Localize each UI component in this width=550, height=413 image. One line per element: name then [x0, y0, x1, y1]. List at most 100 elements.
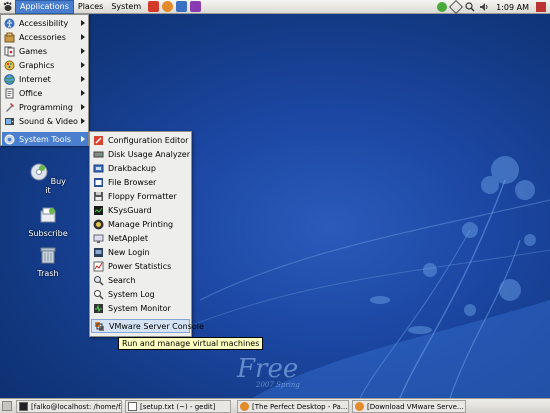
- submenu-item-floppy-formatter[interactable]: Floppy Formatter: [91, 189, 190, 203]
- submenu-item-netapplet[interactable]: NetApplet: [91, 231, 190, 245]
- text-editor-icon: [128, 402, 137, 411]
- logout-icon[interactable]: [536, 2, 546, 12]
- drakbackup-icon: [93, 164, 104, 172]
- mail-launcher-icon[interactable]: [176, 1, 188, 12]
- taskbar-item-label: [setup.txt (~) - gedit]: [140, 402, 216, 411]
- places-menu[interactable]: Places: [74, 0, 107, 14]
- accessibility-icon: [4, 18, 15, 28]
- system-menu[interactable]: System: [107, 0, 145, 14]
- search-icon: [94, 275, 104, 286]
- show-desktop-button[interactable]: [2, 401, 12, 411]
- system-log-icon: [94, 289, 104, 300]
- menu-item-games[interactable]: Games: [2, 44, 88, 58]
- cd-icon: [30, 163, 48, 181]
- desktop-icon-trash[interactable]: Trash: [28, 246, 68, 278]
- menu-item-label: System Tools: [19, 134, 72, 144]
- submenu-arrow-icon: [81, 118, 85, 124]
- taskbar-item-gedit[interactable]: [setup.txt (~) - gedit]: [125, 400, 231, 413]
- menu-item-graphics[interactable]: Graphics: [2, 58, 88, 72]
- system-tray: 1:09 AM: [437, 0, 546, 15]
- submenu-item-label: Search: [108, 275, 136, 285]
- menu-item-office[interactable]: Office: [2, 86, 88, 100]
- terminal-icon: [19, 402, 28, 411]
- submenu-item-new-login[interactable]: New Login: [91, 245, 190, 259]
- programming-icon: [6, 102, 14, 112]
- ksysguard-icon: [94, 205, 103, 215]
- taskbar-item-browser-2[interactable]: [Download VMware Serve...: [352, 400, 466, 413]
- menu-item-label: Internet: [19, 74, 51, 84]
- system-tools-icon: [4, 134, 15, 144]
- wallpaper-edition: 2007 Spring: [256, 381, 300, 389]
- submenu-item-disk-usage-analyzer[interactable]: Disk Usage Analyzer: [91, 147, 190, 161]
- submenu-item-power-statistics[interactable]: Power Statistics: [91, 259, 190, 273]
- configuration-editor-icon: [94, 135, 103, 145]
- update-status-icon[interactable]: [437, 2, 448, 12]
- network-icon[interactable]: [449, 0, 464, 15]
- menu-item-accessibility[interactable]: Accessibility: [2, 16, 88, 30]
- media-launcher-icon[interactable]: [190, 1, 202, 12]
- submenu-item-system-monitor[interactable]: System Monitor: [91, 301, 190, 315]
- firefox-icon: [240, 402, 249, 411]
- submenu-item-label: Disk Usage Analyzer: [108, 149, 191, 159]
- submenu-item-label: Manage Printing: [108, 219, 174, 229]
- submenu-item-label: Floppy Formatter: [108, 191, 177, 201]
- printer-icon: [93, 219, 104, 229]
- volume-icon[interactable]: [479, 2, 489, 12]
- submenu-arrow-icon: [81, 34, 85, 40]
- submenu-item-system-log[interactable]: System Log: [91, 287, 190, 301]
- firefox-launcher-icon[interactable]: [162, 1, 174, 12]
- menu-item-label: Sound & Video: [19, 116, 78, 126]
- submenu-item-configuration-editor[interactable]: Configuration Editor: [91, 133, 190, 147]
- menu-item-accessories[interactable]: Accessories: [2, 30, 88, 44]
- submenu-item-search[interactable]: Search: [91, 273, 190, 287]
- internet-icon: [4, 73, 15, 85]
- taskbar-item-label: [The Perfect Desktop - Pa...: [252, 402, 348, 411]
- search-icon[interactable]: [465, 2, 475, 12]
- submenu-item-drakbackup[interactable]: Drakbackup: [91, 161, 190, 175]
- taskbar-item-browser-1[interactable]: [The Perfect Desktop - Pa...: [237, 400, 349, 413]
- menu-item-sound-video[interactable]: Sound & Video: [2, 114, 88, 128]
- netapplet-icon: [93, 234, 104, 243]
- system-monitor-icon: [94, 303, 103, 313]
- subscribe-icon: [40, 207, 56, 223]
- menu-item-label: Programming: [19, 102, 73, 112]
- submenu-item-label: VMware Server Console: [109, 321, 204, 331]
- clock[interactable]: 1:09 AM: [496, 3, 529, 12]
- taskbar-item-label: [Download VMware Serve...: [367, 402, 464, 411]
- tooltip: Run and manage virtual machines: [118, 337, 264, 350]
- graphics-icon: [4, 60, 15, 70]
- top-panel: Applications Places System 1:09 AM: [0, 0, 550, 15]
- file-browser-icon: [94, 177, 103, 187]
- desktop-icon-label: Trash: [37, 269, 59, 278]
- menu-item-system-tools[interactable]: System Tools: [2, 132, 88, 146]
- submenu-arrow-icon: [81, 76, 85, 82]
- submenu-arrow-icon: [81, 136, 85, 142]
- submenu-item-file-browser[interactable]: File Browser: [91, 175, 190, 189]
- menu-item-label: Games: [19, 46, 47, 56]
- submenu-item-vmware-server-console[interactable]: VMware Server Console: [91, 319, 204, 333]
- desktop-icon-label: Buy it: [45, 177, 66, 195]
- taskbar-item-label: [falko@localhost: /home/f...: [31, 402, 122, 411]
- submenu-item-ksysguard[interactable]: KSysGuard: [91, 203, 190, 217]
- submenu-arrow-icon: [81, 90, 85, 96]
- gnome-foot-icon: [3, 1, 12, 11]
- system-tools-submenu: Configuration Editor Disk Usage Analyzer…: [89, 131, 204, 337]
- disk-usage-icon: [93, 151, 104, 157]
- submenu-arrow-icon: [81, 20, 85, 26]
- menu-item-internet[interactable]: Internet: [2, 72, 88, 86]
- submenu-arrow-icon: [81, 48, 85, 54]
- submenu-item-manage-printing[interactable]: Manage Printing: [91, 217, 190, 231]
- submenu-item-label: System Monitor: [108, 303, 171, 313]
- desktop-icon-label: Subscribe: [28, 229, 68, 238]
- taskbar-item-terminal[interactable]: [falko@localhost: /home/f...: [16, 400, 122, 413]
- menu-item-label: Graphics: [19, 60, 55, 70]
- menu-item-label: Office: [19, 88, 43, 98]
- menu-item-label: Accessories: [19, 32, 66, 42]
- menu-item-programming[interactable]: Programming: [2, 100, 88, 114]
- desktop-icon-buy-it[interactable]: Buy it: [28, 163, 68, 195]
- applications-menu[interactable]: Applications: [15, 0, 74, 14]
- power-statistics-icon: [93, 261, 104, 271]
- sound-video-icon: [5, 117, 14, 125]
- desktop-icon-subscribe[interactable]: Subscribe: [28, 206, 68, 238]
- help-launcher-icon[interactable]: [148, 1, 160, 12]
